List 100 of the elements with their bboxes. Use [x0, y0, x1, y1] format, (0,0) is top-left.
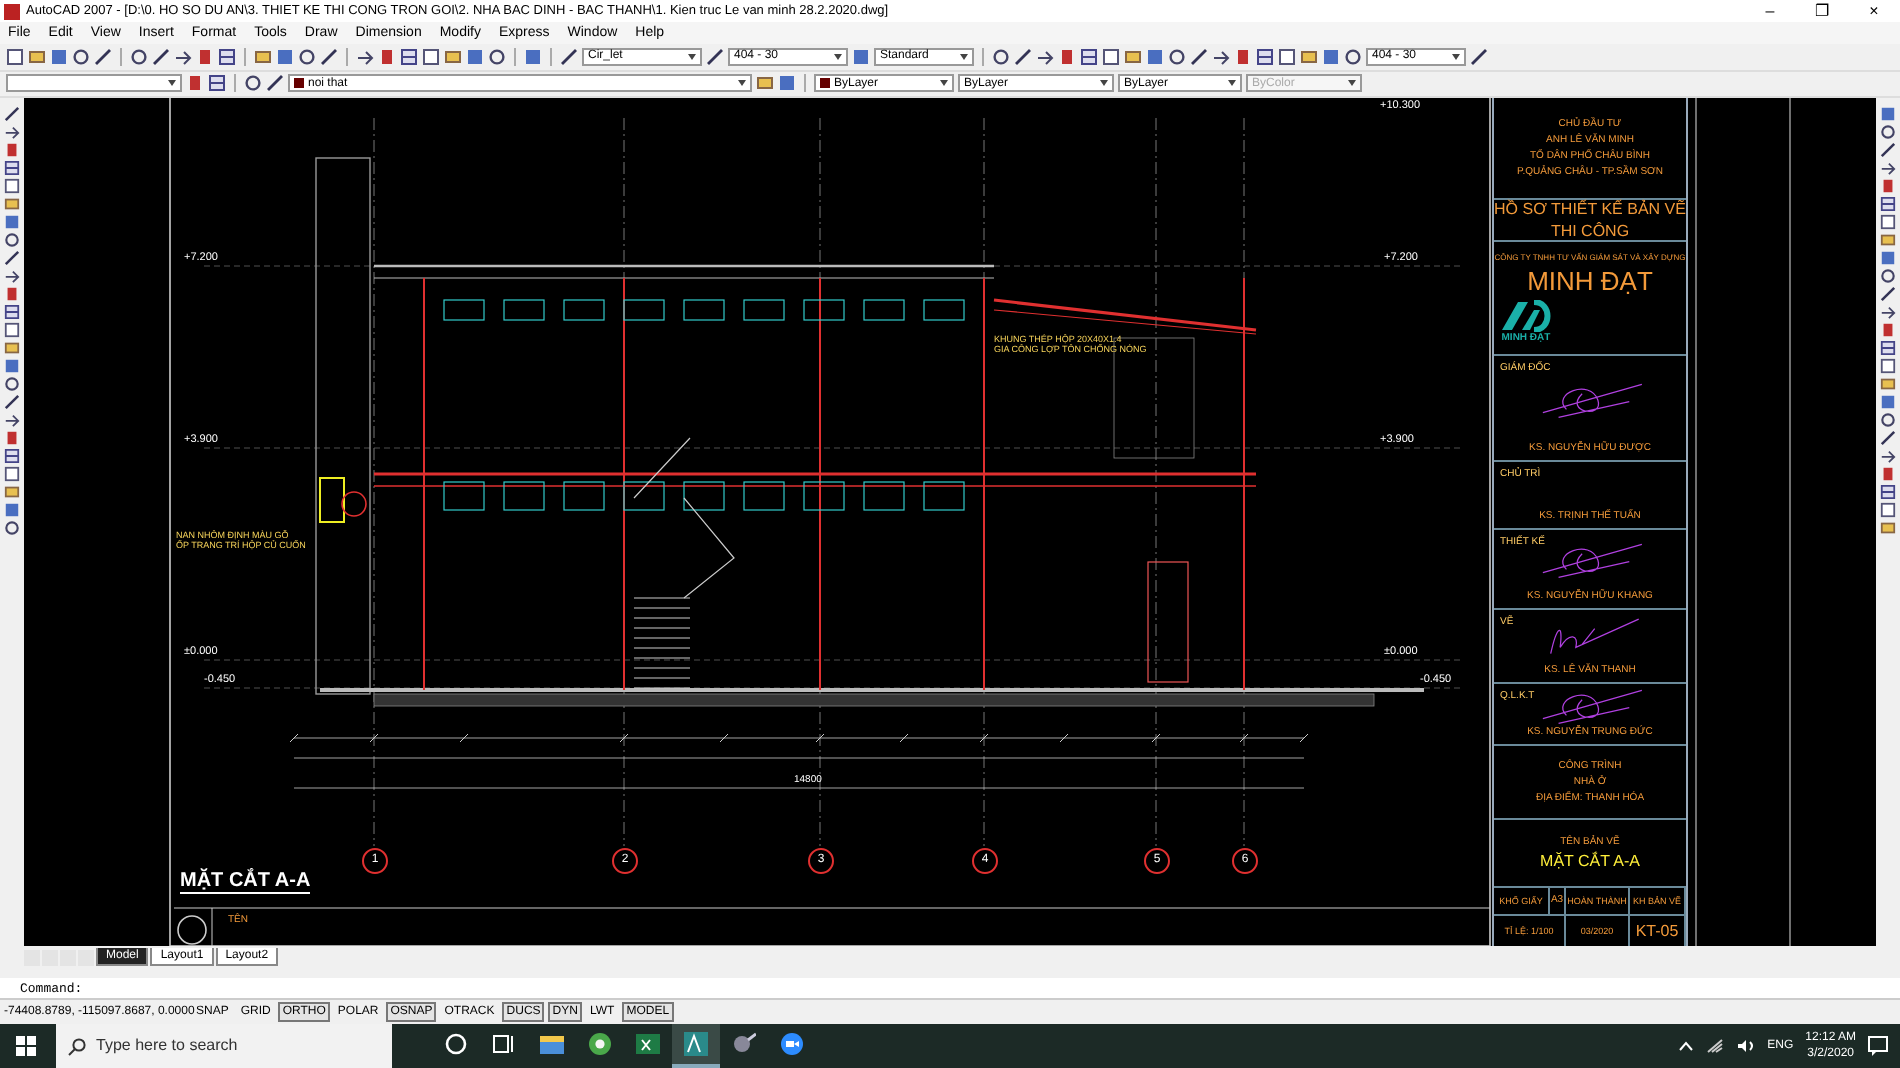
windows-start-icon[interactable]	[16, 1035, 36, 1056]
arrow-icon[interactable]	[1880, 159, 1896, 176]
line-icon[interactable]	[1014, 47, 1032, 66]
arrow-icon[interactable]	[174, 47, 192, 66]
line-icon[interactable]	[94, 47, 112, 66]
block-icon[interactable]	[1058, 47, 1076, 66]
grid-icon[interactable]	[4, 447, 20, 464]
circle-icon[interactable]	[72, 47, 90, 66]
square-icon[interactable]	[466, 47, 484, 66]
square-icon[interactable]	[4, 501, 20, 518]
section-title: MẶT CẮT A-A	[180, 869, 311, 894]
close-button[interactable]: ×	[1848, 0, 1900, 22]
speaker-icon[interactable]	[1735, 1037, 1756, 1054]
grid-icon[interactable]	[400, 47, 418, 66]
minimize-button[interactable]: –	[1744, 0, 1796, 22]
grid-icon[interactable]	[4, 159, 20, 176]
block-icon[interactable]	[4, 285, 20, 302]
arrow-icon[interactable]	[356, 47, 374, 66]
line-icon[interactable]	[4, 393, 20, 410]
block-icon[interactable]	[1880, 321, 1896, 338]
page-icon[interactable]	[1880, 501, 1896, 518]
square-icon[interactable]	[50, 47, 68, 66]
grid-icon[interactable]	[1880, 339, 1896, 356]
line-icon[interactable]	[1880, 285, 1896, 302]
circle-icon[interactable]	[992, 47, 1010, 66]
block-icon[interactable]	[1880, 177, 1896, 194]
grid-icon[interactable]	[4, 303, 20, 320]
circle-icon[interactable]	[4, 519, 20, 536]
circle-icon[interactable]	[4, 375, 20, 392]
block-icon[interactable]	[4, 141, 20, 158]
notification-icon[interactable]	[1868, 1035, 1888, 1056]
block-icon[interactable]	[4, 429, 20, 446]
arrow-icon[interactable]	[1036, 47, 1054, 66]
page-icon[interactable]	[4, 321, 20, 338]
line-icon[interactable]	[1470, 47, 1488, 66]
line-icon[interactable]	[1880, 141, 1896, 158]
network-icon[interactable]	[1705, 1037, 1724, 1054]
circle-icon[interactable]	[1344, 47, 1362, 66]
circle-icon[interactable]	[1168, 47, 1186, 66]
arrow-icon[interactable]	[1212, 47, 1230, 66]
grid-icon[interactable]	[208, 74, 226, 93]
grid-icon[interactable]	[218, 47, 236, 66]
line-icon[interactable]	[4, 249, 20, 266]
task-view-icon	[492, 1031, 516, 1056]
circle-icon[interactable]	[130, 47, 148, 66]
page-icon[interactable]	[6, 47, 24, 66]
square-icon[interactable]	[524, 47, 542, 66]
line-icon[interactable]	[266, 74, 284, 93]
square-icon[interactable]	[778, 74, 796, 93]
circle-logo-icon	[588, 1031, 612, 1056]
taskbar-app-button[interactable]	[672, 1023, 720, 1068]
spreadsheet-icon	[636, 1031, 660, 1056]
circle-icon[interactable]	[1880, 123, 1896, 140]
block-icon[interactable]	[1234, 47, 1252, 66]
square-icon[interactable]	[1322, 47, 1340, 66]
grid-icon[interactable]	[1080, 47, 1098, 66]
page-icon[interactable]	[1880, 213, 1896, 230]
grid-icon[interactable]	[1880, 483, 1896, 500]
square-icon[interactable]	[852, 47, 870, 66]
line-icon[interactable]	[320, 47, 338, 66]
line-icon[interactable]	[152, 47, 170, 66]
circle-icon[interactable]	[298, 47, 316, 66]
line-icon[interactable]	[1880, 429, 1896, 446]
page-icon[interactable]	[1102, 47, 1120, 66]
square-icon[interactable]	[4, 213, 20, 230]
circle-icon[interactable]	[4, 231, 20, 248]
arrow-icon[interactable]	[4, 267, 20, 284]
circle-icon[interactable]	[1880, 411, 1896, 428]
square-icon[interactable]	[1880, 249, 1896, 266]
line-icon[interactable]	[4, 105, 20, 122]
restore-button[interactable]: ❐	[1796, 0, 1848, 22]
square-icon[interactable]	[1880, 105, 1896, 122]
page-icon[interactable]	[1880, 357, 1896, 374]
line-icon[interactable]	[560, 47, 578, 66]
page-icon[interactable]	[1278, 47, 1296, 66]
block-icon[interactable]	[1880, 465, 1896, 482]
page-icon[interactable]	[422, 47, 440, 66]
chevron-up-icon[interactable]	[1677, 1039, 1694, 1052]
page-icon[interactable]	[4, 465, 20, 482]
circle-icon[interactable]	[488, 47, 506, 66]
arrow-icon[interactable]	[1880, 447, 1896, 464]
line-icon[interactable]	[1190, 47, 1208, 66]
logo-icon	[1500, 299, 1552, 332]
arrow-icon[interactable]	[4, 411, 20, 428]
square-icon[interactable]	[4, 357, 20, 374]
page-icon[interactable]	[4, 177, 20, 194]
grid-icon[interactable]	[1256, 47, 1274, 66]
square-icon[interactable]	[1880, 393, 1896, 410]
search-field[interactable]: Type here to search	[56, 1023, 392, 1068]
block-icon[interactable]	[378, 47, 396, 66]
line-icon[interactable]	[706, 47, 724, 66]
circle-icon[interactable]	[1880, 267, 1896, 284]
square-icon[interactable]	[1146, 47, 1164, 66]
square-icon[interactable]	[276, 47, 294, 66]
sheet-title-value: MẶT CẮT A-A	[1540, 851, 1640, 870]
dossier-title: THI CÔNG	[1550, 221, 1630, 240]
arrow-icon[interactable]	[4, 123, 20, 140]
circle-icon[interactable]	[244, 74, 262, 93]
arrow-icon[interactable]	[1880, 303, 1896, 320]
grid-icon[interactable]	[1880, 195, 1896, 212]
